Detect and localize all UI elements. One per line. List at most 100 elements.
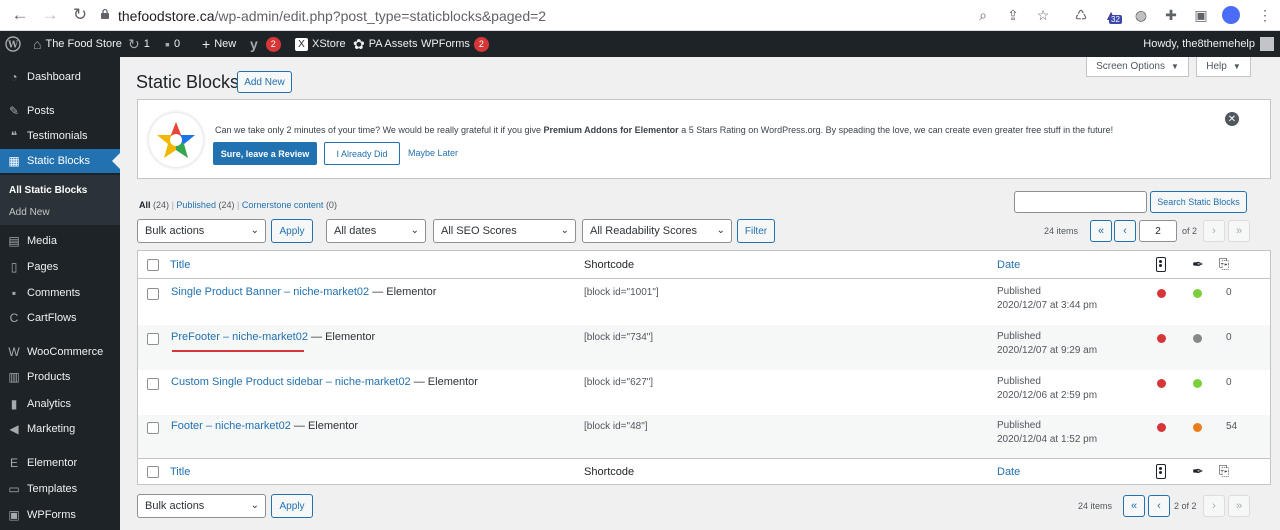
sidebar-item-label: Products — [27, 371, 71, 383]
apply-button[interactable]: Apply — [271, 219, 313, 243]
forward-icon[interactable]: → — [38, 3, 62, 27]
recycle-icon[interactable]: ♺ — [1071, 5, 1091, 25]
submenu-add-new[interactable]: Add New — [9, 207, 50, 218]
zoom-icon[interactable]: ⌕ — [973, 5, 993, 25]
svg-text:W: W — [7, 41, 19, 51]
products-icon: ▥ — [8, 370, 20, 384]
last-page-button-bottom: » — [1228, 495, 1250, 517]
filter-published[interactable]: Published — [176, 200, 216, 210]
readability-dot — [1193, 423, 1202, 432]
pa-assets-link[interactable]: ✿ PA Assets — [353, 31, 417, 57]
puzzle-icon[interactable]: ✚ — [1161, 5, 1181, 25]
row-checkbox[interactable] — [147, 422, 159, 434]
seo-scores-select[interactable]: All SEO Scores ⌄ — [433, 219, 576, 243]
row-links-count: 0 — [1226, 287, 1232, 298]
sidebar-item-label: Comments — [27, 287, 81, 299]
seo-score-dot — [1157, 334, 1166, 343]
apply-button-bottom[interactable]: Apply — [271, 494, 313, 518]
bulk-actions-select[interactable]: Bulk actions ⌄ — [137, 219, 266, 243]
readability-column-icon: ✒ — [1192, 256, 1204, 272]
filter-cornerstone[interactable]: Cornerstone content — [242, 200, 324, 210]
screen-options-button[interactable]: Screen Options ▼ — [1086, 57, 1189, 77]
readability-select[interactable]: All Readability Scores ⌄ — [582, 219, 732, 243]
sidebar-item-testimonials[interactable]: ❝ Testimonials — [0, 124, 120, 148]
seo-score-column-icon — [1156, 257, 1166, 272]
updates-link[interactable]: ↻ 1 — [128, 31, 150, 57]
share-icon[interactable]: ⇪ — [1003, 5, 1023, 25]
dismiss-close-icon[interactable]: ✕ — [1225, 112, 1239, 126]
wp-logo-icon[interactable]: W — [5, 31, 21, 57]
sidebar-item-woocommerce[interactable]: W WooCommerce — [0, 340, 120, 364]
page-title: Static Blocks — [136, 72, 240, 92]
sidebar-item-elementor[interactable]: E Elementor — [0, 451, 120, 475]
row-status: Published — [997, 420, 1041, 431]
current-page-input[interactable]: 2 — [1139, 220, 1177, 242]
sidebar-item-posts[interactable]: ✎ Posts — [0, 99, 120, 123]
row-checkbox[interactable] — [147, 333, 159, 345]
back-icon[interactable]: ← — [8, 3, 32, 27]
bookmark-star-icon[interactable]: ☆ — [1033, 5, 1053, 25]
already-did-button[interactable]: I Already Did — [324, 142, 400, 165]
sidebar-item-static-blocks[interactable]: ▦ Static Blocks — [0, 149, 120, 173]
row-links-count: 0 — [1226, 377, 1232, 388]
extension-hat-icon[interactable]: ▲32 — [1101, 5, 1122, 25]
select-all-checkbox-footer[interactable] — [147, 466, 159, 478]
updates-icon: ↻ — [128, 35, 140, 52]
search-static-blocks-button[interactable]: Search Static Blocks — [1150, 191, 1247, 213]
row-title-link[interactable]: Footer – niche-market02 — [171, 420, 291, 432]
row-title-link[interactable]: Single Product Banner – niche-market02 — [171, 286, 369, 298]
comments-link[interactable]: ▪ 0 — [165, 31, 180, 57]
sidebar-item-comments[interactable]: ▪ Comments — [0, 281, 120, 305]
yoast-link[interactable]: y2 — [250, 31, 281, 57]
current-menu-arrow — [112, 153, 120, 169]
elementor-icon: E — [9, 456, 18, 470]
sidebar-item-templates[interactable]: ▭ Templates — [0, 477, 120, 501]
wpforms-link[interactable]: WPForms 2 — [421, 31, 489, 57]
first-page-button-bottom[interactable]: « — [1123, 495, 1145, 517]
site-name-link[interactable]: ⌂ The Food Store — [33, 31, 122, 57]
title-column-footer[interactable]: Title — [170, 466, 190, 478]
row-checkbox[interactable] — [147, 288, 159, 300]
reload-icon[interactable]: ↻ — [68, 3, 92, 27]
profile-icon[interactable] — [1221, 5, 1241, 25]
prev-page-button-bottom[interactable]: ‹ — [1148, 495, 1170, 517]
maybe-later-link[interactable]: Maybe Later — [408, 148, 458, 158]
sidebar-item-media[interactable]: ▤ Media — [0, 229, 120, 253]
leave-review-button[interactable]: Sure, leave a Review — [213, 142, 317, 165]
add-new-button[interactable]: Add New — [237, 71, 292, 93]
date-column-header[interactable]: Date — [997, 259, 1020, 271]
title-column-header[interactable]: Title — [170, 259, 190, 271]
sidepanel-icon[interactable]: ▣ — [1191, 5, 1211, 25]
first-page-button[interactable]: « — [1090, 220, 1112, 242]
sidebar-item-label: Analytics — [27, 398, 72, 410]
sidebar-item-cartflows[interactable]: C CartFlows — [0, 306, 120, 330]
readability-dot — [1193, 334, 1202, 343]
sidebar-item-wpforms[interactable]: ▣ WPForms — [0, 503, 120, 527]
prev-page-button[interactable]: ‹ — [1114, 220, 1136, 242]
sidebar-item-pages[interactable]: ▯ Pages — [0, 255, 120, 279]
row-title-link[interactable]: PreFooter – niche-market02 — [171, 331, 308, 343]
filter-button[interactable]: Filter — [737, 219, 775, 243]
filter-all[interactable]: All — [139, 200, 151, 210]
sidebar-item-analytics[interactable]: ▮ Analytics — [0, 392, 120, 416]
xstore-link[interactable]: X XStore — [295, 31, 346, 57]
select-all-checkbox[interactable] — [147, 259, 159, 271]
row-checkbox[interactable] — [147, 378, 159, 390]
new-content-link[interactable]: + New — [202, 31, 236, 57]
submenu-all-static-blocks[interactable]: All Static Blocks — [9, 185, 87, 196]
bulk-actions-select-bottom[interactable]: Bulk actions ⌄ — [137, 494, 266, 518]
dates-select[interactable]: All dates ⌄ — [326, 219, 426, 243]
help-button[interactable]: Help ▼ — [1196, 57, 1251, 77]
address-bar[interactable]: thefoodstore.ca/wp-admin/edit.php?post_t… — [100, 3, 1065, 28]
search-input[interactable] — [1014, 191, 1147, 213]
account-link[interactable]: Howdy, the8themehelp — [1143, 31, 1274, 57]
menu-dots-icon[interactable]: ⋮ — [1255, 5, 1275, 25]
date-column-footer[interactable]: Date — [997, 466, 1020, 478]
globe-icon[interactable]: ◍ — [1131, 5, 1151, 25]
sidebar-item-marketing[interactable]: ◀ Marketing — [0, 417, 120, 441]
sidebar-item-dashboard[interactable]: ◔ Dashboard — [0, 65, 120, 89]
pin-icon: ✎ — [8, 104, 20, 118]
sidebar-item-products[interactable]: ▥ Products — [0, 365, 120, 389]
table-row: Custom Single Product sidebar – niche-ma… — [138, 370, 1270, 415]
row-title-link[interactable]: Custom Single Product sidebar – niche-ma… — [171, 376, 411, 388]
